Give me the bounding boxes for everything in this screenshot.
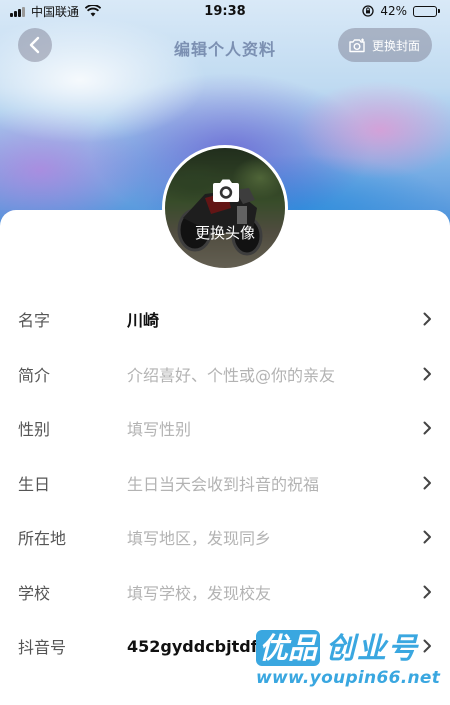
change-cover-label: 更换封面 [371,38,420,53]
row-value: 生日当天会收到抖音的祝福 [127,474,320,494]
orientation-lock-icon [362,5,374,17]
edit-profile-screen: 中国联通 19:38 42% 编辑个人资料 更换封面 更换头像 名字 川崎 简介… [0,0,450,705]
chevron-right-icon [423,421,431,435]
watermark-brand: 优品 创业号 [256,630,446,666]
row-label: 简介 [18,365,51,385]
chevron-right-icon [423,476,431,490]
signal-icon [10,6,25,17]
row-value: 川崎 [127,311,160,331]
change-cover-button[interactable]: 更换封面 [337,28,432,62]
change-avatar-label: 更换头像 [194,224,255,242]
battery-icon [413,5,440,17]
form-row-location[interactable]: 所在地 填写地区，发现同乡 [0,510,450,565]
row-value: 填写学校，发现校友 [127,583,272,603]
status-right: 42% [362,4,440,18]
row-label: 所在地 [18,529,67,549]
chevron-right-icon [423,312,431,326]
row-value: 填写性别 [127,420,192,440]
form-row-birthday[interactable]: 生日 生日当天会收到抖音的祝福 [0,456,450,511]
camera-icon [213,179,239,202]
row-value: 填写地区，发现同乡 [127,529,272,549]
watermark: 优品 创业号 www.youpin66.net [256,630,446,700]
watermark-url: www.youpin66.net [256,668,441,688]
chevron-right-icon [423,530,431,544]
watermark-brand-boxed: 优品 [256,630,321,666]
row-value: 介绍喜好、个性或@你的亲友 [127,365,336,385]
status-bar: 中国联通 19:38 42% [0,0,450,22]
row-label: 学校 [18,583,51,603]
row-value: 452gyddcbjtdfhj [127,636,275,656]
avatar-overlay [165,148,285,268]
form-row-name[interactable]: 名字 川崎 [0,292,450,347]
row-label: 生日 [18,474,51,494]
battery-percent: 42% [380,4,407,18]
avatar[interactable]: 更换头像 [162,145,288,271]
status-left: 中国联通 [10,3,102,20]
form-row-gender[interactable]: 性别 填写性别 [0,401,450,456]
watermark-brand-rest: 创业号 [326,631,420,665]
form-row-bio[interactable]: 简介 介绍喜好、个性或@你的亲友 [0,347,450,402]
wifi-icon [85,5,102,17]
profile-form: 名字 川崎 简介 介绍喜好、个性或@你的亲友 性别 填写性别 生日 生日当天会收… [0,292,450,674]
camera-icon [349,38,365,52]
carrier-label: 中国联通 [31,4,80,19]
chevron-right-icon [423,585,431,599]
row-label: 性别 [18,420,51,440]
form-row-school[interactable]: 学校 填写学校，发现校友 [0,565,450,620]
row-label: 名字 [18,311,51,331]
header: 编辑个人资料 更换封面 [0,26,450,66]
row-label: 抖音号 [18,638,67,658]
chevron-right-icon [423,367,431,381]
